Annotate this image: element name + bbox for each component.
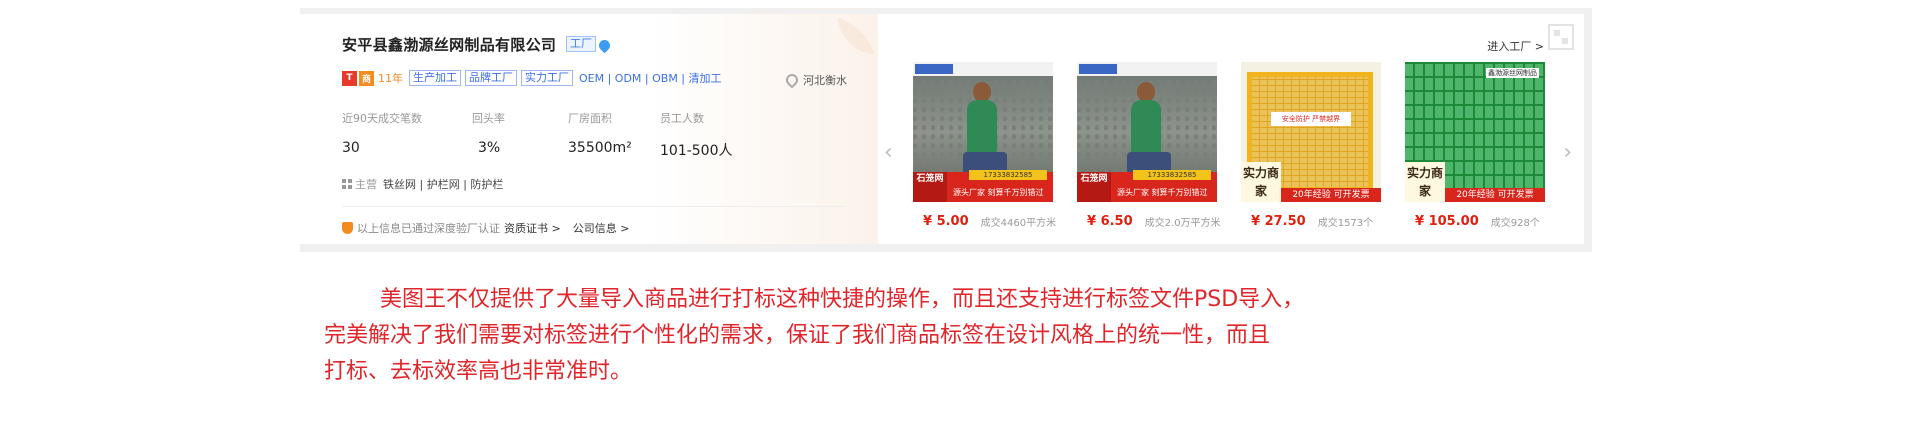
main-products: 主营 铁丝网 | 护栏网 | 防护栏 [342, 176, 503, 192]
stat-return-rate: 回头率 3% [472, 110, 505, 156]
product-price: ¥ 27.50 [1251, 214, 1306, 229]
company-name[interactable]: 安平县鑫渤源丝网制品有限公司 [342, 34, 556, 55]
person-head [973, 82, 991, 102]
tmall-badge-icon: T [342, 70, 357, 86]
paragraph-line: 美图王不仅提供了大量导入商品进行打标这种快捷的操作，而且还支持进行标签文件PSD… [380, 287, 1305, 312]
factory-tag: 工厂 [566, 36, 596, 52]
person-body [1131, 100, 1161, 158]
fence-sign: 安全防护 严禁越界 [1271, 112, 1351, 126]
oem-services: OEM | ODM | OBM | 清加工 [579, 72, 722, 85]
tag-brand-factory: 品牌工厂 [465, 70, 517, 86]
product-card[interactable]: 安全防护 严禁越界 实力商家 20年经验 可开发票 ¥ 27.50 成交1573… [1241, 62, 1381, 237]
enter-factory-link[interactable]: 进入工厂 > [1487, 38, 1544, 54]
product-image[interactable]: 17333832585 石笼网 源头厂家 刻算千万别错过 [1077, 62, 1217, 202]
paragraph-line: 打标、去标效率高也非常准时。 [324, 359, 633, 384]
carousel-next-arrow[interactable]: › [1563, 142, 1572, 164]
tag-strong-factory: 实力工厂 [521, 70, 573, 86]
factory-card: 安平县鑫渤源丝网制品有限公司 工厂 T 商 11年 生产加工 品牌工厂 实力工厂… [300, 8, 1592, 252]
image-logo: 石笼网 [1077, 172, 1111, 202]
carousel-prev-arrow[interactable]: ‹ [884, 142, 893, 164]
divider [342, 206, 846, 207]
product-image[interactable]: 安全防护 严禁越界 实力商家 20年经验 可开发票 [1241, 62, 1381, 202]
certificate-link[interactable]: 资质证书 > [504, 220, 561, 236]
main-label: 主营 [355, 178, 377, 191]
image-phone: 17333832585 [1133, 170, 1211, 180]
stat-label: 厂房面积 [568, 112, 612, 125]
products-panel: 进入工厂 > ‹ › 17333832585 石笼网 源头厂家 刻算千万别错过 … [878, 14, 1584, 244]
stat-label: 员工人数 [660, 112, 704, 125]
qr-code-icon[interactable] [1548, 24, 1574, 50]
stat-deals: 近90天成交笔数 30 [342, 110, 422, 156]
person-body [967, 100, 997, 158]
location-pin-icon [783, 71, 801, 89]
verify-text: 以上信息已通过深度验厂认证 [357, 222, 500, 235]
product-image[interactable]: 17333832585 石笼网 源头厂家 刻算千万别错过 [913, 62, 1053, 202]
product-card[interactable]: 鑫渤源丝网制品 实力商家 20年经验 可开发票 ¥ 105.00 成交928个 [1405, 62, 1545, 237]
company-info-panel: 安平县鑫渤源丝网制品有限公司 工厂 T 商 11年 生产加工 品牌工厂 实力工厂… [300, 14, 878, 244]
grid-icon [342, 179, 352, 189]
brand-logo [1079, 64, 1117, 74]
product-price: ¥ 105.00 [1415, 214, 1479, 229]
product-image[interactable]: 鑫渤源丝网制品 实力商家 20年经验 可开发票 [1405, 62, 1545, 202]
image-caption: 源头厂家 刻算千万别错过 [953, 188, 1044, 197]
badge-row: T 商 11年 生产加工 品牌工厂 实力工厂 OEM | ODM | OBM |… [342, 70, 722, 86]
product-price: ¥ 6.50 [1087, 214, 1133, 229]
water-drop-icon [596, 37, 613, 54]
image-logo: 石笼网 [913, 172, 947, 202]
stat-factory-area: 厂房面积 35500m² [568, 110, 632, 156]
image-phone: 17333832585 [969, 170, 1047, 180]
location-text: 河北衡水 [803, 74, 847, 87]
image-top-label: 鑫渤源丝网制品 [1486, 68, 1539, 78]
years-badge: 11年 [378, 72, 403, 85]
product-sold: 成交4460平方米 [980, 218, 1057, 229]
location: 河北衡水 [783, 71, 847, 89]
stat-label: 近90天成交笔数 [342, 112, 422, 125]
product-sold: 成交2.0万平方米 [1144, 218, 1221, 229]
paragraph-line: 完美解决了我们需要对标签进行个性化的需求，保证了我们商品标签在设计风格上的统一性… [324, 323, 1271, 348]
merchant-badge-icon: 商 [359, 70, 374, 86]
verification-row: 以上信息已通过深度验厂认证 资质证书 > 公司信息 > [342, 220, 629, 236]
tag-production: 生产加工 [409, 70, 461, 86]
stat-employees: 员工人数 101-500人 [660, 110, 733, 160]
product-card[interactable]: 17333832585 石笼网 源头厂家 刻算千万别错过 ¥ 5.00 成交44… [913, 62, 1057, 237]
product-card[interactable]: 17333832585 石笼网 源头厂家 刻算千万别错过 ¥ 6.50 成交2.… [1077, 62, 1221, 237]
product-price: ¥ 5.00 [923, 214, 969, 229]
image-bar: 20年经验 可开发票 [1281, 188, 1381, 202]
image-badge: 实力商家 [1405, 162, 1445, 202]
company-info-link[interactable]: 公司信息 > [573, 220, 630, 236]
stat-label: 回头率 [472, 112, 505, 125]
product-sold: 成交928个 [1490, 218, 1540, 229]
product-sold: 成交1573个 [1317, 218, 1374, 229]
brand-logo [915, 64, 953, 74]
image-caption: 源头厂家 刻算千万别错过 [1117, 188, 1208, 197]
person-head [1137, 82, 1155, 102]
description-paragraph: 美图王不仅提供了大量导入商品进行打标这种快捷的操作，而且还支持进行标签文件PSD… [324, 282, 1584, 390]
stat-value: 35500m² [568, 140, 632, 156]
image-bar: 20年经验 可开发票 [1445, 188, 1545, 202]
stat-value: 101-500人 [660, 143, 733, 159]
main-products-text[interactable]: 铁丝网 | 护栏网 | 防护栏 [383, 176, 503, 192]
stat-value: 30 [342, 140, 360, 156]
stat-value: 3% [478, 140, 501, 156]
shield-icon [342, 222, 353, 234]
image-badge: 实力商家 [1241, 162, 1281, 202]
